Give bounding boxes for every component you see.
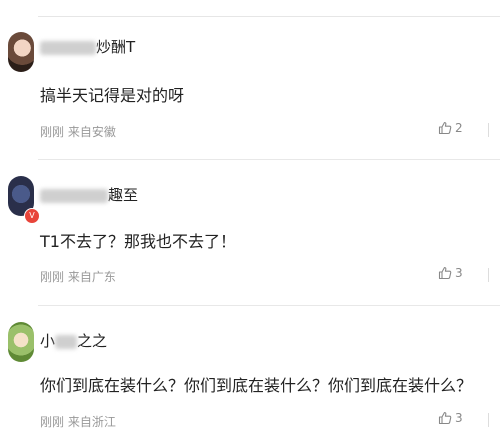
comment-text: 搞半天记得是对的呀 bbox=[40, 86, 185, 105]
username-text: 小 bbox=[40, 332, 56, 350]
like-button[interactable]: 3 bbox=[438, 411, 463, 425]
action-divider bbox=[488, 413, 489, 427]
blurred-name bbox=[40, 188, 108, 203]
blurred-name bbox=[40, 40, 96, 55]
comment-meta: 刚刚 来自浙江 bbox=[40, 413, 116, 430]
action-divider bbox=[488, 123, 489, 137]
comment-meta: 刚刚 来自安徽 bbox=[40, 123, 116, 140]
thumbs-up-icon bbox=[438, 121, 452, 135]
comment-source: 来自浙江 bbox=[67, 415, 116, 429]
comment-source: 来自广东 bbox=[67, 270, 116, 284]
comment-time: 刚刚 bbox=[40, 125, 65, 139]
comment-text: 你们到底在装什么？你们到底在装什么？你们到底在装什么？ bbox=[40, 376, 473, 395]
comment-time: 刚刚 bbox=[40, 415, 65, 429]
username-text: 之之 bbox=[77, 332, 108, 350]
verified-badge-icon: V bbox=[24, 208, 40, 224]
user-avatar[interactable] bbox=[8, 322, 34, 362]
username-text: 趣至 bbox=[108, 186, 139, 204]
comment-meta: 刚刚 来自广东 bbox=[40, 268, 116, 285]
like-count: 3 bbox=[455, 266, 463, 280]
thumbs-up-icon bbox=[438, 266, 452, 280]
comment-text: T1不去了？那我也不去了！ bbox=[40, 232, 236, 251]
like-button[interactable]: 3 bbox=[438, 266, 463, 280]
username-text: 炒酬T bbox=[96, 38, 136, 56]
like-button[interactable]: 2 bbox=[438, 121, 463, 135]
user-avatar[interactable] bbox=[8, 32, 34, 72]
thumbs-up-icon bbox=[438, 411, 452, 425]
username[interactable]: 炒酬T bbox=[40, 36, 135, 57]
blurred-name bbox=[55, 334, 78, 349]
comment-source: 来自安徽 bbox=[67, 125, 116, 139]
action-divider bbox=[488, 268, 489, 282]
username[interactable]: 趣至 bbox=[40, 184, 138, 205]
like-count: 3 bbox=[455, 411, 463, 425]
username[interactable]: 小 之之 bbox=[40, 330, 107, 351]
like-count: 2 bbox=[455, 121, 463, 135]
comment-time: 刚刚 bbox=[40, 270, 65, 284]
